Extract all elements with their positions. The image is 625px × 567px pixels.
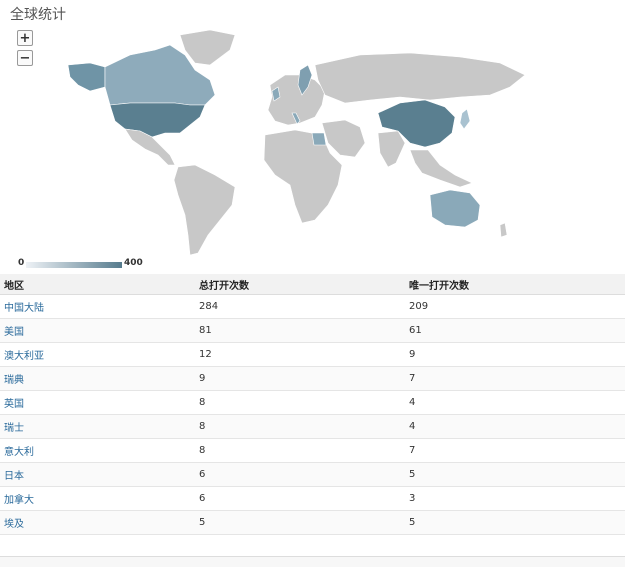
region-link[interactable]: 日本: [0, 462, 195, 487]
table-row: 瑞典 9 7: [0, 366, 625, 391]
legend-gradient: [26, 262, 122, 268]
region-link[interactable]: 意大利: [0, 438, 195, 463]
unique-opens: 7: [405, 438, 625, 463]
map-region-india[interactable]: [377, 130, 406, 168]
column-header-region[interactable]: 地区: [0, 274, 195, 295]
table-row: 埃及 5 5: [0, 510, 625, 535]
unique-opens: 4: [405, 390, 625, 415]
map-region-egypt[interactable]: [311, 132, 327, 146]
region-link[interactable]: 瑞士: [0, 414, 195, 439]
region-link[interactable]: 英国: [0, 390, 195, 415]
table-row: 意大利 8 7: [0, 438, 625, 463]
map-region-south-america[interactable]: [173, 164, 236, 256]
unique-opens: 5: [405, 462, 625, 487]
total-opens: 5: [195, 510, 405, 535]
unique-opens: 61: [405, 318, 625, 343]
total-opens: 12: [195, 342, 405, 367]
map-region-new-zealand[interactable]: [499, 222, 508, 238]
zoom-out-button[interactable]: −: [17, 50, 33, 66]
table-row: 中国大陆 284 209: [0, 294, 625, 319]
table-row: 澳大利亚 12 9: [0, 342, 625, 367]
zoom-in-button[interactable]: +: [17, 30, 33, 46]
total-opens: 8: [195, 390, 405, 415]
total-opens: 8: [195, 414, 405, 439]
region-link[interactable]: 瑞典: [0, 366, 195, 391]
map-region-alaska[interactable]: [67, 62, 106, 92]
region-link[interactable]: 美国: [0, 318, 195, 343]
unique-opens: 7: [405, 366, 625, 391]
page-title: 全球统计: [10, 7, 66, 23]
region-link[interactable]: 中国大陆: [0, 294, 195, 319]
unique-opens: 9: [405, 342, 625, 367]
region-link[interactable]: 埃及: [0, 510, 195, 535]
table-header-row: 地区 总打开次数 唯一打开次数: [0, 274, 625, 295]
stats-table: 地区 总打开次数 唯一打开次数 中国大陆 284 209 美国 81 61 澳大…: [0, 274, 625, 535]
legend-max: 400: [124, 258, 143, 268]
map-region-southeast-asia[interactable]: [409, 149, 473, 188]
total-opens: 8: [195, 438, 405, 463]
total-opens: 9: [195, 366, 405, 391]
unique-opens: 209: [405, 294, 625, 319]
region-link[interactable]: 澳大利亚: [0, 342, 195, 367]
table-row: 瑞士 8 4: [0, 414, 625, 439]
table-row: 英国 8 4: [0, 390, 625, 415]
unique-opens: 5: [405, 510, 625, 535]
world-map[interactable]: [60, 25, 530, 260]
unique-opens: 3: [405, 486, 625, 511]
map-region-usa[interactable]: [109, 102, 206, 138]
column-header-unique[interactable]: 唯一打开次数: [405, 274, 625, 295]
total-opens: 6: [195, 462, 405, 487]
total-opens: 6: [195, 486, 405, 511]
unique-opens: 4: [405, 414, 625, 439]
table-row: 美国 81 61: [0, 318, 625, 343]
map-region-australia[interactable]: [429, 189, 481, 228]
table-row: 加拿大 6 3: [0, 486, 625, 511]
total-opens: 284: [195, 294, 405, 319]
total-opens: 81: [195, 318, 405, 343]
map-region-japan[interactable]: [459, 108, 471, 130]
footer-divider: [0, 556, 625, 567]
region-link[interactable]: 加拿大: [0, 486, 195, 511]
map-region-russia[interactable]: [314, 52, 526, 104]
column-header-total[interactable]: 总打开次数: [195, 274, 405, 295]
table-row: 日本 6 5: [0, 462, 625, 487]
legend-min: 0: [18, 258, 25, 268]
